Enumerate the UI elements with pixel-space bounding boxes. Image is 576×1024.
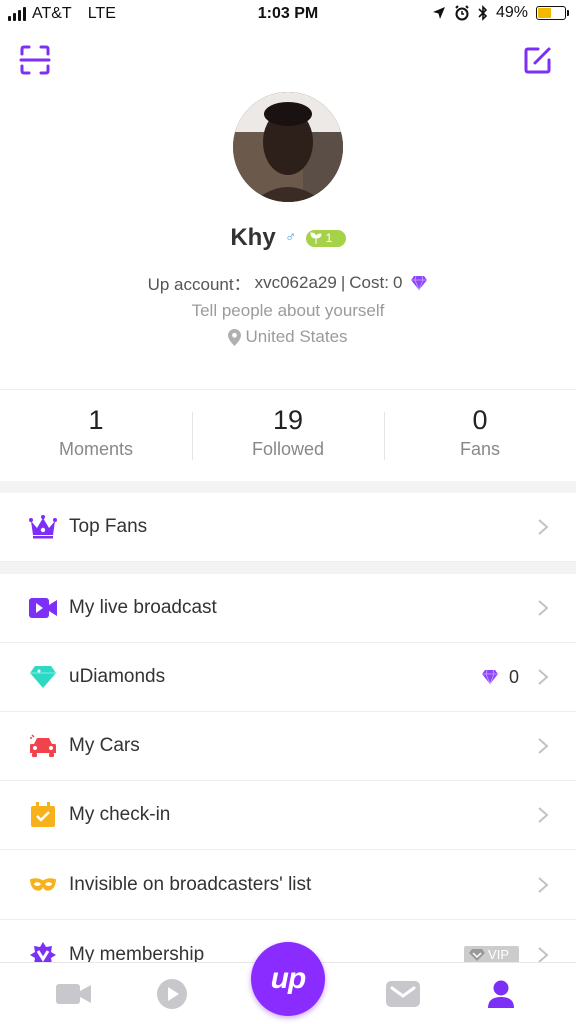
chevron-right-icon [538, 877, 549, 893]
menu-item-invisible[interactable]: Invisible on broadcasters' list [0, 851, 576, 920]
stat-moments[interactable]: 1 Moments [0, 390, 192, 481]
menu-label: uDiamonds [69, 666, 166, 687]
section-divider [0, 481, 576, 493]
location-row: United States [0, 327, 576, 347]
menu-item-live-broadcast[interactable]: My live broadcast [0, 574, 576, 643]
video-camera-icon [29, 594, 57, 622]
vip-label: VIP [488, 947, 509, 962]
male-icon: ♂ [285, 229, 297, 246]
stat-label: Fans [459, 439, 501, 459]
profile-name: Khy [230, 224, 276, 251]
udiamond-icon [29, 663, 57, 691]
vip-badge: VIP [464, 945, 519, 964]
bluetooth-icon [478, 5, 488, 21]
menu-label: My check-in [69, 804, 171, 825]
stats-bar: 1 Moments 19 Followed 0 Fans [0, 389, 576, 481]
menu-label: Invisible on broadcasters' list [69, 874, 312, 895]
alarm-icon [455, 5, 469, 21]
account-id: xvc062a29 [254, 272, 337, 292]
stat-fans[interactable]: 0 Fans [384, 390, 576, 481]
menu-item-udiamonds[interactable]: uDiamonds 0 [0, 643, 576, 712]
chevron-right-icon [538, 946, 549, 963]
menu-item-cars[interactable]: My Cars [0, 712, 576, 781]
video-icon [56, 984, 91, 1004]
location-text: United States [245, 327, 348, 346]
separator: | [340, 272, 346, 292]
play-icon [157, 979, 187, 1009]
account-row: Up account： xvc062a29 | Cost: 0 [0, 270, 576, 295]
stat-value: 0 [472, 405, 488, 435]
cost-value: 0 [392, 272, 403, 292]
tab-messages[interactable] [385, 978, 421, 1010]
location-arrow-icon [432, 7, 445, 19]
go-live-button[interactable]: up [251, 942, 325, 1016]
chevron-right-icon [538, 807, 549, 823]
scan-icon[interactable] [19, 44, 51, 76]
chevron-right-icon [538, 600, 549, 616]
account-label: Up account： [147, 275, 251, 294]
udiamonds-value: 0 [508, 666, 519, 687]
tab-video[interactable] [56, 978, 92, 1010]
tab-profile[interactable] [483, 978, 519, 1010]
cost-label: Cost: [349, 272, 389, 292]
bio-text[interactable]: Tell people about yourself [0, 301, 576, 321]
diamond-icon [411, 275, 428, 291]
profile-name-row: Khy ♂ 1 [0, 224, 576, 252]
menu-item-checkin[interactable]: My check-in [0, 781, 576, 850]
stat-label: Moments [58, 439, 134, 459]
level-value: 1 [325, 231, 333, 245]
stat-label: Followed [251, 439, 325, 459]
up-logo-text: up [270, 962, 307, 995]
sprout-icon [310, 232, 322, 244]
menu-label: My live broadcast [69, 597, 217, 618]
edit-icon[interactable] [522, 44, 554, 76]
udiamonds-balance: 0 [481, 667, 519, 688]
car-icon [29, 732, 57, 760]
status-right: 49% [432, 4, 569, 22]
chevron-right-icon [538, 669, 549, 685]
status-bar: AT&T LTE 1:03 PM 49% [0, 0, 576, 30]
battery-icon [536, 6, 569, 20]
calendar-check-icon [29, 801, 57, 829]
level-badge: 1 [305, 229, 346, 247]
menu-label: Top Fans [69, 516, 148, 537]
diamond-icon [481, 669, 498, 685]
stat-followed[interactable]: 19 Followed [192, 390, 384, 481]
menu-item-top-fans[interactable]: Top Fans [0, 493, 576, 562]
crown-icon [29, 513, 57, 541]
chevron-right-icon [538, 519, 549, 535]
vip-diamond-icon [469, 948, 486, 961]
battery-percent: 49% [495, 4, 528, 21]
tab-play[interactable] [154, 978, 190, 1010]
menu-label: My Cars [69, 735, 140, 756]
mail-icon [386, 981, 420, 1007]
avatar[interactable] [233, 92, 343, 202]
chevron-right-icon [538, 738, 549, 754]
stat-value: 1 [88, 405, 104, 435]
profile-icon [488, 980, 514, 1008]
section-divider [0, 562, 576, 574]
stat-value: 19 [272, 405, 304, 435]
mask-icon [29, 871, 57, 899]
location-pin-icon [228, 328, 242, 346]
